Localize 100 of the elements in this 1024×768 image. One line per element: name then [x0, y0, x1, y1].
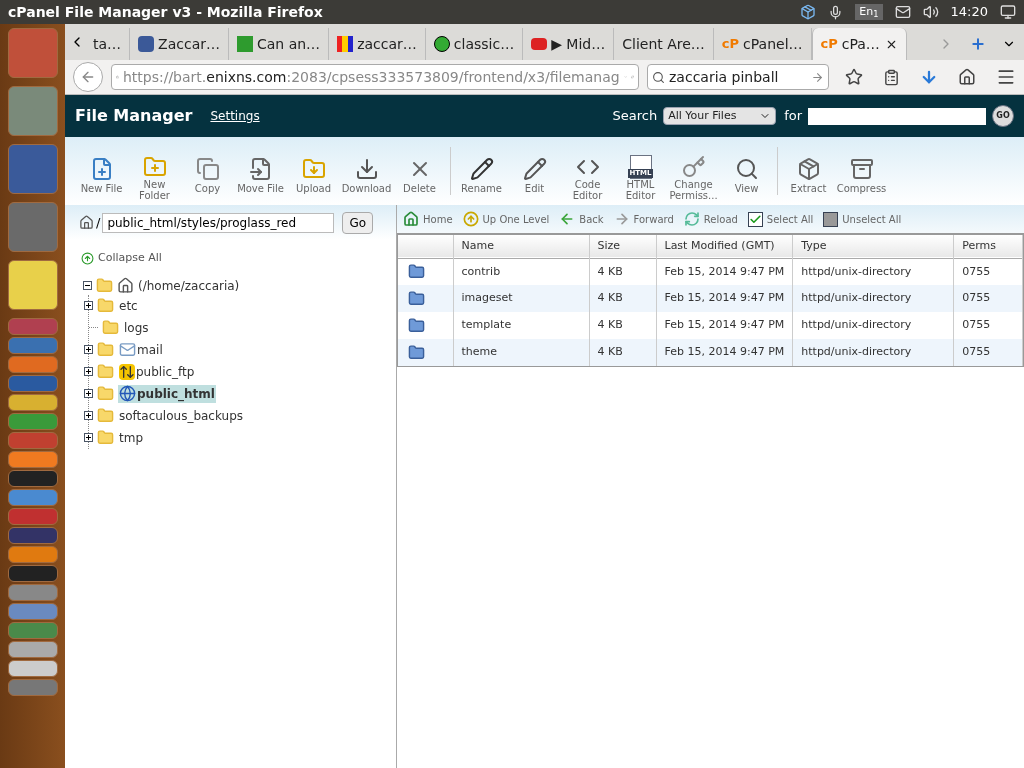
app-icon[interactable] [7, 584, 58, 601]
nav-button[interactable]: Unselect All [823, 211, 902, 227]
column-header[interactable]: Size [589, 235, 656, 258]
app-icon[interactable] [7, 451, 58, 468]
toolbar-button[interactable]: New File [75, 147, 128, 195]
collapse-all-button[interactable]: Collapse All [81, 250, 162, 267]
folder-icon [97, 363, 114, 380]
tree-item[interactable]: (/home/zaccaria) [138, 276, 240, 295]
nav-button[interactable]: Up One Level [462, 211, 550, 227]
app-icon[interactable] [7, 86, 58, 136]
app-icon[interactable] [7, 660, 58, 677]
home-icon[interactable] [79, 215, 94, 230]
file-row[interactable]: imageset 4 KB Feb 15, 2014 9:47 PM httpd/unix-directory 0755 [398, 285, 1023, 312]
search-input[interactable] [808, 107, 986, 125]
tree-item[interactable]: public_ftp [118, 362, 196, 381]
nav-button[interactable]: Select All [747, 211, 814, 227]
search-field[interactable]: zaccaria pinball [647, 64, 829, 90]
microphone-icon[interactable] [828, 4, 844, 20]
clock[interactable]: 14:20 [950, 2, 988, 22]
nav-button[interactable]: Reload [683, 211, 738, 227]
home-icon [117, 277, 134, 294]
checked-box-icon [747, 211, 763, 227]
rename-icon [469, 157, 494, 181]
expand-toggle-icon[interactable] [84, 389, 93, 398]
app-icon[interactable] [7, 470, 58, 487]
upload-icon [301, 157, 326, 181]
file-row[interactable]: contrib 4 KB Feb 15, 2014 9:47 PM httpd/unix-directory 0755 [398, 258, 1023, 285]
bookmark-star-icon[interactable] [845, 68, 863, 86]
toolbar-button[interactable]: Edit [508, 147, 561, 195]
scope-select[interactable]: All Your Files [663, 107, 777, 125]
expand-toggle-icon[interactable] [84, 433, 93, 442]
monitor-icon[interactable] [1000, 4, 1016, 20]
app-icon[interactable] [7, 394, 58, 411]
cpanel-icon: cP [820, 34, 838, 54]
folder-icon [408, 263, 425, 281]
browser-tab[interactable]: cP cPa… [811, 28, 907, 60]
file-row[interactable]: template 4 KB Feb 15, 2014 9:47 PM httpd/unix-directory 0755 [398, 312, 1023, 339]
mail-icon[interactable] [894, 4, 911, 20]
folder-icon [102, 319, 119, 336]
expand-toggle-icon[interactable] [84, 301, 93, 310]
go-button[interactable]: GO [992, 105, 1014, 127]
download-arrow-icon[interactable] [920, 68, 938, 86]
tree-item[interactable]: softaculous_backups [118, 406, 245, 425]
column-header[interactable]: Type [792, 235, 954, 258]
reading-list-icon[interactable] [883, 68, 900, 86]
app-icon[interactable] [7, 527, 58, 544]
column-header[interactable]: Perms [953, 235, 1023, 258]
app-icon[interactable] [7, 489, 58, 506]
toolbar-button[interactable]: Copy [181, 147, 234, 195]
page-title: File Manager [75, 105, 193, 127]
settings-link[interactable]: Settings [210, 107, 260, 125]
app-icon[interactable] [7, 413, 58, 430]
keyboard-indicator[interactable]: En$_{1}$ [855, 3, 883, 21]
window-title: cPanel File Manager v3 - Mozilla Firefox [8, 2, 324, 22]
toolbar-button[interactable]: Download [340, 147, 393, 195]
toolbar-button[interactable]: Upload [287, 147, 340, 195]
column-header[interactable]: Name [453, 235, 589, 258]
collapse-toggle-icon[interactable] [83, 281, 92, 290]
tree-item[interactable]: logs [123, 318, 150, 337]
nav-button[interactable]: Back [559, 211, 604, 227]
home-icon [403, 211, 419, 227]
tree-item[interactable]: public_html [118, 384, 216, 403]
nav-button[interactable]: Home [403, 211, 453, 227]
column-header[interactable]: Last Modified (GMT) [656, 235, 793, 258]
expand-toggle-icon[interactable] [84, 367, 93, 376]
magnifier-icon [734, 157, 759, 181]
toolbar-button[interactable]: Delete [393, 147, 446, 195]
toolbar-button[interactable]: View [720, 147, 773, 195]
expand-toggle-icon[interactable] [84, 411, 93, 420]
app-icon[interactable] [7, 260, 58, 310]
nav-button[interactable]: Forward [613, 211, 674, 227]
toolbar-button[interactable]: Move File [234, 147, 287, 195]
home-icon[interactable] [958, 68, 976, 86]
app-icon[interactable] [7, 641, 58, 658]
file-row[interactable]: theme 4 KB Feb 15, 2014 9:47 PM httpd/unix-directory 0755 [398, 339, 1023, 366]
new-folder-icon [142, 155, 167, 179]
back-button[interactable] [73, 62, 103, 92]
app-icon[interactable] [7, 565, 58, 582]
menu-icon[interactable] [996, 67, 1016, 87]
path-field[interactable]: public_html/styles/proglass_red [102, 212, 335, 233]
toolbar-button[interactable]: Rename [455, 147, 508, 195]
go-button[interactable]: Go [342, 211, 374, 234]
open-folder-icon [96, 277, 113, 294]
key-icon [681, 155, 706, 179]
new-tab-icon[interactable] [970, 36, 986, 52]
tree-item[interactable]: tmp [118, 428, 144, 447]
toolbar-button[interactable]: Compress [835, 147, 888, 195]
expand-toggle-icon[interactable] [84, 345, 93, 354]
app-icon[interactable] [7, 356, 58, 373]
go-arrow-icon[interactable] [811, 70, 824, 84]
search-icon [652, 70, 665, 84]
app-icon[interactable] [7, 603, 58, 620]
tree-item[interactable]: etc [118, 296, 139, 315]
tree-item[interactable]: mail [118, 340, 164, 359]
box-icon [796, 157, 821, 181]
download-icon [354, 157, 379, 181]
edit-icon [522, 157, 547, 181]
volume-icon[interactable] [922, 4, 939, 20]
toolbar-button[interactable]: Extract [782, 147, 835, 195]
app-icon[interactable] [7, 546, 58, 563]
